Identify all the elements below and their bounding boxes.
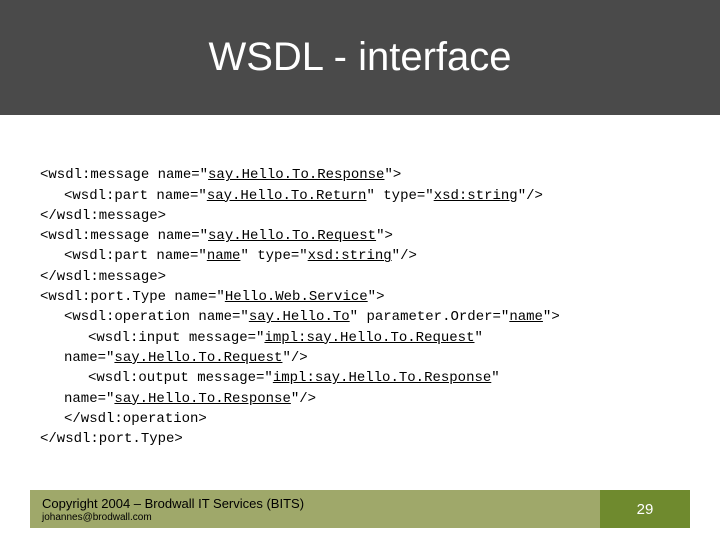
slide-footer: Copyright 2004 – Brodwall IT Services (B… [30, 490, 690, 528]
title-text: WSDL - interface [208, 35, 511, 80]
code-block: <wsdl:message name="say.Hello.To.Respons… [40, 145, 680, 470]
page-number: 29 [600, 490, 690, 528]
footer-email: johannes@brodwall.com [42, 512, 588, 523]
slide-title: WSDL - interface [0, 0, 720, 115]
code-content: <wsdl:message name="say.Hello.To.Respons… [0, 115, 720, 480]
copyright-text: Copyright 2004 – Brodwall IT Services (B… [42, 497, 588, 511]
footer-left: Copyright 2004 – Brodwall IT Services (B… [30, 490, 600, 528]
